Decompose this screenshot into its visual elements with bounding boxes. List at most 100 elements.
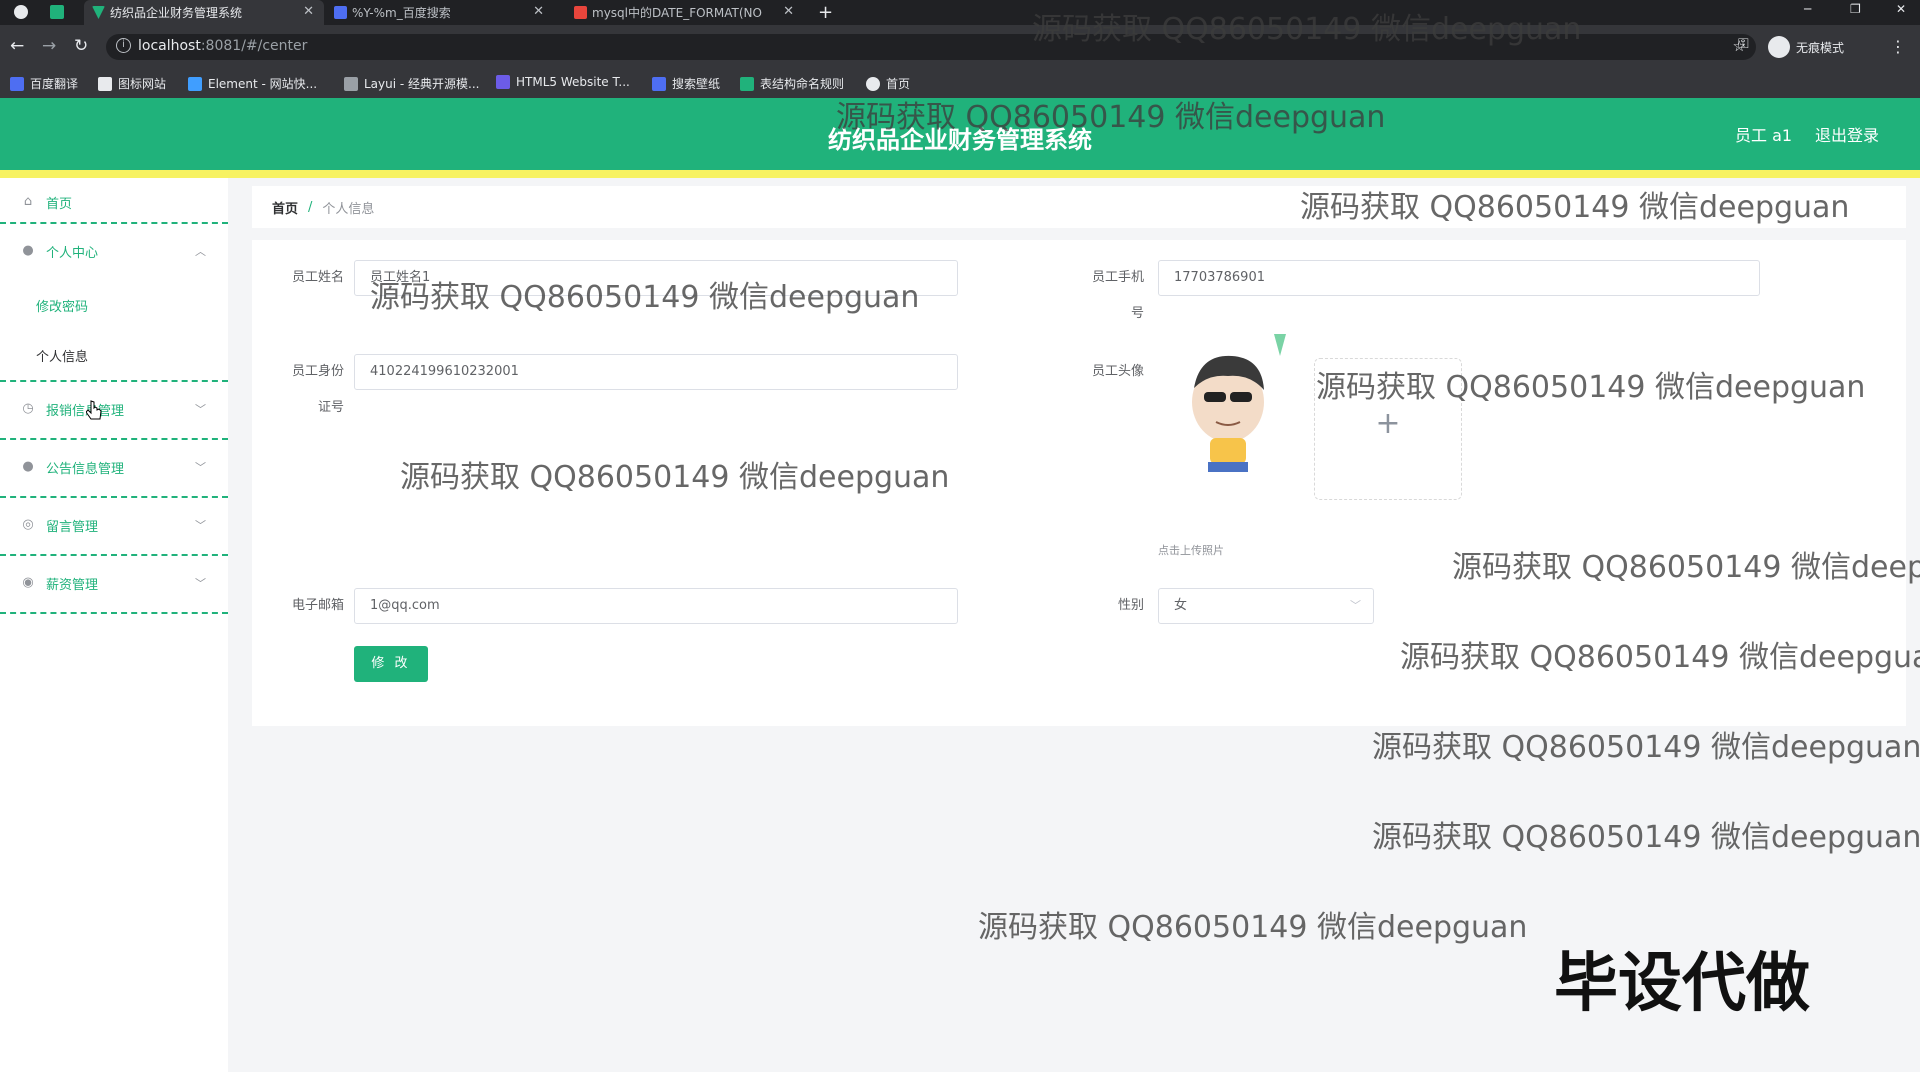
watermark: 源码获取 QQ86050149 微信deepguan — [1452, 550, 1920, 585]
gender-select[interactable]: 女 ﹀ — [1158, 588, 1374, 624]
globe-icon — [866, 76, 880, 91]
watermark: 源码获取 QQ86050149 微信deepguan — [1400, 640, 1920, 675]
header-accent-stripe — [0, 170, 1920, 178]
watermark: 源码获取 QQ86050149 微信deepguan — [400, 460, 950, 495]
menu-divider — [0, 438, 228, 440]
chevron-down-icon: ﹀ — [195, 519, 206, 532]
sidebar-item-personal-info[interactable]: 个人信息 — [36, 346, 88, 365]
current-user: 员工 a1 — [1735, 126, 1793, 145]
bookmark-item[interactable]: 表结构命名规则 — [740, 75, 844, 92]
close-window-icon[interactable]: ✕ — [1896, 2, 1906, 16]
breadcrumb-separator: / — [308, 199, 313, 215]
id-card-field[interactable]: 410224199610232001 — [354, 354, 958, 390]
baidu-paw-icon — [334, 6, 347, 19]
bookmark-item[interactable]: 图标网站 — [98, 75, 166, 92]
location-pin-icon: ◉ — [22, 575, 34, 590]
browser-menu-icon[interactable]: ⋮ — [1890, 37, 1906, 56]
incognito-profile[interactable]: ⚿ 无痕模式 — [1738, 36, 1844, 58]
gender-value: 女 — [1174, 598, 1188, 613]
clock-icon: ◷ — [22, 401, 34, 416]
sidebar-item-label: 留言管理 — [46, 519, 99, 535]
tab-title: mysql中的DATE_FORMAT(NO — [592, 6, 762, 20]
tab-finance-system[interactable]: 纺织品企业财务管理系统 ✕ — [84, 0, 324, 25]
chevron-up-icon: ︿ — [195, 245, 206, 258]
tab-mysql-date-format[interactable]: mysql中的DATE_FORMAT(NO ✕ — [566, 0, 804, 25]
menu-divider — [0, 496, 228, 498]
forward-arrow-icon[interactable]: → — [42, 36, 56, 56]
tab-baidu-search[interactable]: %Y-%m_百度搜索 ✕ — [326, 0, 554, 25]
sidebar-item-label: 首页 — [46, 196, 73, 212]
watermark: 源码获取 QQ86050149 微信deepguan — [370, 280, 920, 315]
bookmark-item[interactable]: 百度翻译 — [10, 75, 78, 92]
watermark: 源码获取 QQ86050149 微信deepguan — [978, 910, 1528, 945]
user-icon: ● — [22, 459, 34, 474]
breadcrumb-home[interactable]: 首页 — [272, 198, 298, 217]
email-label: 电子邮箱 — [291, 598, 344, 613]
watermark: 源码获取 QQ86050149 微信deepguan — [1372, 730, 1920, 765]
avatar-label: 员工头像 — [1091, 364, 1144, 379]
menu-divider — [0, 380, 228, 382]
site-info-icon[interactable]: i — [116, 38, 131, 53]
chevron-down-icon: ﹀ — [1350, 599, 1361, 612]
chevron-down-icon: ﹀ — [195, 577, 206, 590]
plus-icon: + — [1375, 406, 1401, 441]
logout-link[interactable]: 退出登录 — [1815, 122, 1879, 146]
browser-app-icon — [14, 5, 28, 19]
user-icon: ● — [22, 243, 34, 258]
bookmark-item[interactable]: 搜索壁纸 — [652, 75, 720, 92]
layui-icon — [344, 76, 358, 91]
bookmark-item[interactable]: 首页 — [866, 75, 910, 92]
restore-icon[interactable]: ❐ — [1850, 2, 1861, 16]
home-icon: ⌂ — [23, 194, 33, 209]
email-field[interactable]: 1@qq.com — [354, 588, 958, 624]
sidebar-item-label: 报销信息管理 — [46, 403, 125, 419]
chevron-down-icon: ﹀ — [195, 403, 206, 416]
sidebar-item-label: 个人中心 — [46, 245, 99, 261]
phone-label: 员工手机 — [1091, 270, 1144, 285]
minimize-icon[interactable]: ─ — [1804, 2, 1811, 16]
bookmark-item[interactable]: HTML5 Website T... — [496, 75, 630, 89]
sidebar-item-home[interactable]: ⌂ 首页 — [0, 186, 228, 218]
new-tab-button[interactable]: + — [818, 2, 833, 23]
watermark: 源码获取 QQ86050149 微信deepguan — [1372, 820, 1920, 855]
close-icon[interactable]: ✕ — [303, 4, 314, 19]
id-card-label: 员工身份 — [291, 364, 344, 379]
bookmark-item[interactable]: Element - 网站快... — [188, 75, 317, 92]
menu-divider — [0, 612, 228, 614]
flag-icon — [98, 76, 112, 91]
phone-label-suffix: 号 — [1130, 306, 1144, 321]
sidebar-item-personal-center[interactable]: ● 个人中心 ︿ — [0, 232, 228, 270]
gender-label: 性别 — [1117, 598, 1144, 613]
watermark: 源码获取 QQ86050149 微信deepguan — [1300, 190, 1850, 225]
sidebar-favicon-icon — [50, 5, 64, 19]
tab-title: %Y-%m_百度搜索 — [352, 6, 451, 20]
wallpaper-search-icon — [652, 76, 666, 91]
vue-logo-icon — [92, 6, 105, 19]
element-logo-icon — [188, 76, 202, 91]
url-text: localhost:8081/#/center — [138, 38, 308, 54]
browser-tab-strip: 纺织品企业财务管理系统 ✕ %Y-%m_百度搜索 ✕ mysql中的DATE_F… — [0, 0, 1920, 25]
close-icon[interactable]: ✕ — [783, 4, 794, 19]
modify-button[interactable]: 修 改 — [354, 646, 428, 682]
sidebar-item-change-password[interactable]: 修改密码 — [36, 296, 88, 315]
phone-field[interactable]: 17703786901 — [1158, 260, 1760, 296]
reload-icon[interactable]: ↻ — [74, 36, 88, 56]
html5-template-icon — [496, 75, 510, 89]
mouse-pointer-icon — [86, 400, 102, 420]
sidebar-item-announcements[interactable]: ● 公告信息管理 ﹀ — [0, 448, 228, 486]
chevron-down-icon: ﹀ — [195, 461, 206, 474]
sidebar-item-salary[interactable]: ◉ 薪资管理 ﹀ — [0, 564, 228, 602]
watermark: 源码获取 QQ86050149 微信deepguan — [1316, 370, 1866, 405]
sidebar-item-label: 薪资管理 — [46, 577, 99, 593]
sidebar-item-reimbursement[interactable]: ◷ 报销信息管理 ﹀ — [0, 390, 228, 428]
promo-caption: 毕设代做 — [1554, 947, 1810, 1021]
name-label: 员工姓名 — [291, 270, 344, 285]
back-arrow-icon[interactable]: ← — [10, 36, 24, 56]
close-icon[interactable]: ✕ — [533, 4, 544, 19]
key-icon[interactable]: ⚿ — [1738, 36, 1749, 52]
baidu-translate-icon — [10, 76, 24, 91]
sidebar-item-messages[interactable]: ◎ 留言管理 ﹀ — [0, 506, 228, 544]
bookmark-item[interactable]: Layui - 经典开源模... — [344, 75, 479, 92]
id-card-label-suffix: 证号 — [317, 400, 344, 415]
sidebar-item-label: 公告信息管理 — [46, 461, 125, 477]
